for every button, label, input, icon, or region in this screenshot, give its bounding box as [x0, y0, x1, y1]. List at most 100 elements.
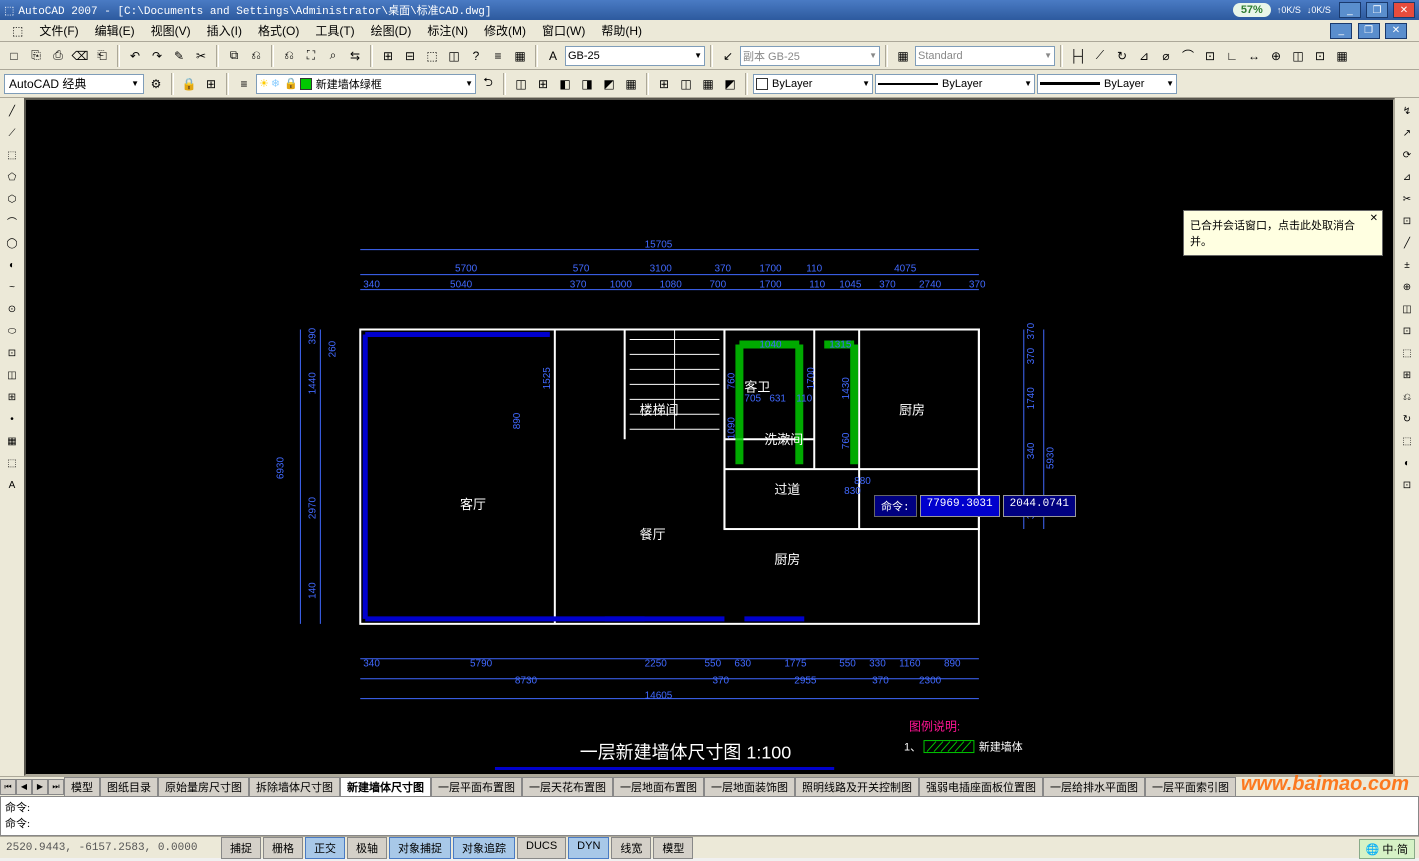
point-icon[interactable]: ⊞ — [3, 388, 21, 406]
table-icon[interactable]: A — [3, 476, 21, 494]
calc-icon[interactable]: ≡ — [488, 46, 508, 66]
lineweight-dropdown[interactable]: ByLayer▼ — [1037, 74, 1177, 94]
layout-tab[interactable]: 一层地面布置图 — [613, 777, 704, 797]
layout-tab[interactable]: 一层平面布置图 — [431, 777, 522, 797]
redo-icon[interactable]: ⎌ — [246, 46, 266, 66]
ime-indicator[interactable]: 🌐 中·简 — [1359, 839, 1415, 859]
tab-nav-last[interactable]: ⏭ — [48, 779, 64, 795]
coordinates[interactable]: 2520.9443, -6157.2583, 0.0000 — [0, 842, 220, 854]
save-icon[interactable]: ⎙ — [48, 46, 68, 66]
tooltip-close-icon[interactable]: ✕ — [1370, 213, 1378, 224]
menu-format[interactable]: 格式(O) — [250, 20, 307, 41]
color-dropdown[interactable]: ByLayer▼ — [753, 74, 873, 94]
xline-icon[interactable]: ⟋ — [3, 124, 21, 142]
zoom-rt-icon[interactable]: ⛶ — [301, 46, 321, 66]
rotate-icon[interactable]: ╱ — [1398, 234, 1416, 252]
move-icon[interactable]: ⊡ — [1398, 212, 1416, 230]
explode-icon[interactable]: ⬚ — [1398, 432, 1416, 450]
close-button[interactable]: ✕ — [1393, 2, 1415, 18]
spline-icon[interactable]: ~ — [3, 278, 21, 296]
preview-icon[interactable]: ⎗ — [92, 46, 112, 66]
dyn-val2[interactable]: 2044.0741 — [1003, 495, 1076, 517]
extend-icon[interactable]: ⊡ — [1398, 322, 1416, 340]
copy-obj-icon[interactable]: ↗ — [1398, 124, 1416, 142]
sheet-icon3[interactable]: ◧ — [555, 74, 575, 94]
layout-tab[interactable]: 强弱电插座面板位置图 — [919, 777, 1043, 797]
erase-icon[interactable]: ↯ — [1398, 102, 1416, 120]
command-line[interactable]: 命令: 命令: — [0, 796, 1419, 836]
layout-tab[interactable]: 一层天花布置图 — [522, 777, 613, 797]
dim-radius-icon[interactable]: ⌀ — [1156, 46, 1176, 66]
sheet-icon6[interactable]: ▦ — [621, 74, 641, 94]
extra2-icon[interactable]: ⊡ — [1398, 476, 1416, 494]
linetype-dropdown[interactable]: ByLayer▼ — [875, 74, 1035, 94]
tab-nav-first[interactable]: ⏮ — [0, 779, 16, 795]
menu-insert[interactable]: 插入(I) — [199, 20, 250, 41]
dim-center-icon[interactable]: ▦ — [1332, 46, 1352, 66]
dim-aligned-icon[interactable]: ⟋ — [1090, 46, 1110, 66]
mode-正交[interactable]: 正交 — [305, 837, 345, 859]
dimstyle-icon[interactable]: ↙ — [718, 46, 738, 66]
stretch-icon[interactable]: ⊕ — [1398, 278, 1416, 296]
textstyle-icon[interactable]: A — [543, 46, 563, 66]
tab-nav-prev[interactable]: ◀ — [16, 779, 32, 795]
pan-icon[interactable]: ⎌ — [279, 46, 299, 66]
workspace-dropdown[interactable]: AutoCAD 经典▼ — [4, 74, 144, 94]
ws-settings-icon[interactable]: ⚙ — [146, 74, 166, 94]
scale-icon[interactable]: ± — [1398, 256, 1416, 274]
tablestyle-dropdown[interactable]: Standard▼ — [915, 46, 1055, 66]
ssm-icon[interactable]: ◫ — [444, 46, 464, 66]
revcloud-icon[interactable]: ◐ — [3, 256, 21, 274]
menu-view[interactable]: 视图(V) — [143, 20, 199, 41]
menu-help[interactable]: 帮助(H) — [593, 20, 650, 41]
mdi-minimize[interactable]: _ — [1330, 23, 1352, 39]
dim-cont-icon[interactable]: ◫ — [1288, 46, 1308, 66]
dim-angle-icon[interactable]: ∟ — [1222, 46, 1242, 66]
dim-base-icon[interactable]: ⊕ — [1266, 46, 1286, 66]
line-icon[interactable]: ╱ — [3, 102, 21, 120]
dim-tol-icon[interactable]: ⊡ — [1310, 46, 1330, 66]
block-make-icon[interactable]: ◫ — [3, 366, 21, 384]
mdi-restore[interactable]: ❐ — [1358, 23, 1380, 39]
layout-tab[interactable]: 照明线路及开关控制图 — [795, 777, 919, 797]
ws-icon[interactable]: ⊞ — [201, 74, 221, 94]
minimize-button[interactable]: _ — [1339, 2, 1361, 18]
help-icon[interactable]: ▦ — [510, 46, 530, 66]
cmd-prompt[interactable]: 命令: — [5, 815, 1414, 831]
trim-icon[interactable]: ◫ — [1398, 300, 1416, 318]
mode-极轴[interactable]: 极轴 — [347, 837, 387, 859]
circle-icon[interactable]: ◯ — [3, 234, 21, 252]
open-icon[interactable]: ⎘ — [26, 46, 46, 66]
sheet-icon1[interactable]: ◫ — [511, 74, 531, 94]
mode-对象追踪[interactable]: 对象追踪 — [453, 837, 515, 859]
mirror-icon[interactable]: ⟳ — [1398, 146, 1416, 164]
block-insert-icon[interactable]: ⊡ — [3, 344, 21, 362]
dim-linear-icon[interactable]: ├┤ — [1068, 46, 1088, 66]
hatch-icon[interactable]: • — [3, 410, 21, 428]
dim-quick-icon[interactable]: ↔ — [1244, 46, 1264, 66]
layout-tab[interactable]: 原始量房尺寸图 — [158, 777, 249, 797]
gradient-icon[interactable]: ▦ — [3, 432, 21, 450]
mode-线宽[interactable]: 线宽 — [611, 837, 651, 859]
layout-tab[interactable]: 拆除墙体尺寸图 — [249, 777, 340, 797]
layout-tab[interactable]: 模型 — [64, 777, 100, 797]
align-icon3[interactable]: ▦ — [698, 74, 718, 94]
drawing-canvas[interactable]: 客厅 餐厅 楼梯间 客卫 洗漱间 过道 厨房 厨房 1 — [24, 98, 1395, 776]
pline-icon[interactable]: ⬚ — [3, 146, 21, 164]
menu-file[interactable]: 文件(F) — [31, 20, 86, 41]
menu-modify[interactable]: 修改(M) — [476, 20, 534, 41]
textstyle-dropdown[interactable]: GB-25▼ — [565, 46, 705, 66]
join-icon[interactable]: ⊞ — [1398, 366, 1416, 384]
layer-dropdown[interactable]: ☀ ❄ 🔒 新建墙体绿框 ▼ — [256, 74, 476, 94]
layout-tab[interactable]: 图纸目录 — [100, 777, 158, 797]
dim-jog-icon[interactable]: ⌒ — [1178, 46, 1198, 66]
menu-app-icon[interactable]: ⬚ — [4, 22, 31, 40]
copy-icon[interactable]: ↷ — [147, 46, 167, 66]
mode-DUCS[interactable]: DUCS — [517, 837, 566, 859]
lockui-icon[interactable]: 🔒 — [179, 74, 199, 94]
match-icon[interactable]: ✂ — [191, 46, 211, 66]
zoom-prev-icon[interactable]: ⇆ — [345, 46, 365, 66]
dim-ordinate-icon[interactable]: ⊿ — [1134, 46, 1154, 66]
merge-tooltip[interactable]: ✕ 已合并会话窗口，点击此处取消合并。 — [1183, 210, 1383, 256]
ellipse-icon[interactable]: ⊙ — [3, 300, 21, 318]
